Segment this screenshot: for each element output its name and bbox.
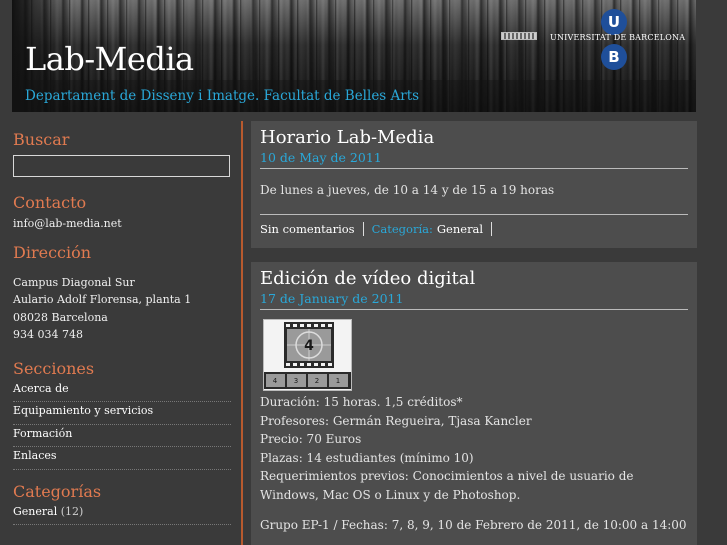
site-title[interactable]: Lab-Media bbox=[25, 40, 194, 78]
post-category-link[interactable]: General bbox=[437, 222, 483, 236]
faculty-logo-icon bbox=[501, 32, 537, 40]
category-link-general[interactable]: General bbox=[13, 505, 57, 518]
search-heading: Buscar bbox=[13, 130, 70, 149]
sections-list: Acerca de Equipamiento y servicios Forma… bbox=[13, 380, 231, 470]
post-title[interactable]: Edición de vídeo digital bbox=[260, 262, 688, 291]
course-teachers: Profesores: Germán Regueira, Tjasa Kancl… bbox=[260, 413, 532, 428]
sidebar: Buscar Contacto info@lab-media.net Direc… bbox=[13, 130, 231, 525]
post-body: De lunes a jueves, de 10 a 14 y de 15 a … bbox=[260, 181, 688, 215]
category-label: Categoría: bbox=[371, 222, 433, 236]
categories-list: General (12) bbox=[13, 503, 231, 525]
countdown-frame-number: 3 bbox=[294, 377, 298, 385]
address-line: 08028 Barcelona bbox=[13, 310, 108, 324]
course-requirements: Requerimientos previos: Conocimientos a … bbox=[260, 469, 634, 502]
course-group-dates: Grupo EP-1 / Fechas: 7, 8, 9, 10 de Febr… bbox=[260, 518, 687, 532]
post-title[interactable]: Horario Lab-Media bbox=[260, 121, 688, 150]
meta-divider bbox=[362, 222, 364, 236]
countdown-frame-number: 4 bbox=[273, 377, 278, 385]
course-duration: Duración: 15 horas. 1,5 créditos* bbox=[260, 395, 463, 409]
sections-heading: Secciones bbox=[13, 358, 95, 378]
post-date: 10 de May de 2011 bbox=[260, 150, 688, 169]
section-link-enlaces[interactable]: Enlaces bbox=[13, 447, 231, 470]
post-date: 17 de January de 2011 bbox=[260, 291, 688, 310]
comments-link[interactable]: Sin comentarios bbox=[260, 222, 355, 236]
film-countdown-image[interactable]: 4 4 3 2 1 bbox=[263, 319, 352, 391]
countdown-frame-number: 2 bbox=[315, 377, 319, 385]
address-heading: Dirección bbox=[13, 242, 92, 262]
course-places: Plazas: 14 estudiantes (mínimo 10) bbox=[260, 450, 474, 465]
post: Edición de vídeo digital 17 de January d… bbox=[251, 262, 697, 545]
university-logo-b-icon: B bbox=[601, 44, 627, 70]
categories-heading: Categorías bbox=[13, 481, 102, 501]
section-link-formacion[interactable]: Formación bbox=[13, 425, 231, 447]
address-block: Campus Diagonal Sur Aulario Adolf Floren… bbox=[13, 274, 231, 344]
university-name[interactable]: UNIVERSITAT DE BARCELONA bbox=[550, 33, 685, 42]
meta-divider bbox=[491, 222, 493, 236]
course-price: Precio: 70 Euros bbox=[260, 432, 362, 446]
countdown-big-number: 4 bbox=[304, 338, 314, 354]
phone-number: 934 034 748 bbox=[13, 328, 83, 341]
contact-heading: Contacto bbox=[13, 193, 87, 212]
site-header: Lab-Media Departament de Disseny i Imatg… bbox=[12, 0, 696, 112]
post: Horario Lab-Media 10 de May de 2011 De l… bbox=[251, 121, 697, 248]
film-countdown-icon: 4 4 3 2 1 bbox=[264, 320, 351, 390]
address-line: Campus Diagonal Sur bbox=[13, 275, 135, 289]
category-count: (12) bbox=[60, 504, 84, 518]
sidebar-divider bbox=[241, 121, 243, 545]
category-item: General (12) bbox=[13, 503, 231, 525]
section-link-acerca[interactable]: Acerca de bbox=[13, 380, 231, 402]
post-meta: Sin comentarios Categoría: General bbox=[260, 220, 688, 238]
search-input[interactable] bbox=[13, 155, 230, 177]
site-subtitle: Departament de Disseny i Imatge. Faculta… bbox=[25, 88, 420, 104]
address-line: Aulario Adolf Florensa, planta 1 bbox=[13, 293, 192, 306]
university-logo-u-icon: U bbox=[601, 9, 627, 35]
post-body: Duración: 15 horas. 1,5 créditos* Profes… bbox=[260, 393, 688, 535]
contact-email[interactable]: info@lab-media.net bbox=[13, 215, 231, 233]
countdown-frame-number: 1 bbox=[336, 377, 340, 385]
section-link-equipamiento[interactable]: Equipamiento y servicios bbox=[13, 402, 231, 425]
